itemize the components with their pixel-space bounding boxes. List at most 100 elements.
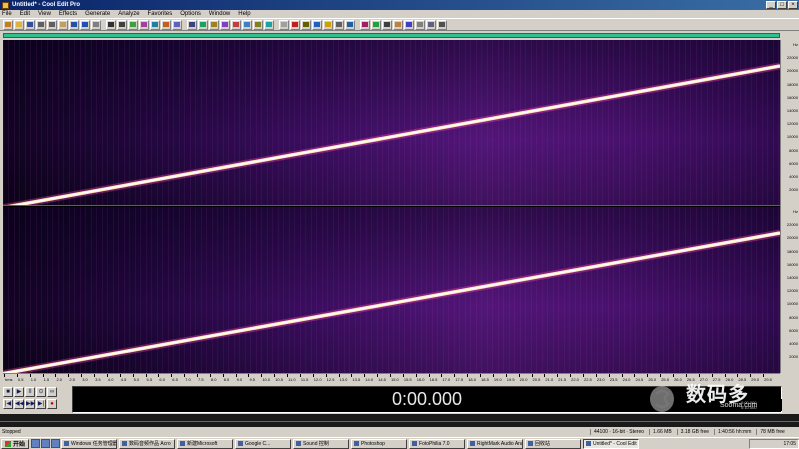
toolbar-button-pitch[interactable] (231, 19, 241, 30)
toolbar-button-multitrack[interactable] (3, 19, 13, 30)
menu-favorites[interactable]: Favorites (148, 11, 173, 17)
ruler-label: 1.0 (30, 377, 37, 382)
stop-button[interactable]: ■ (3, 387, 13, 397)
toolbar-button-marker[interactable] (393, 19, 403, 30)
menu-window[interactable]: Window (209, 11, 230, 17)
left-channel-spectrogram[interactable] (3, 40, 780, 206)
toolbar-button-favorite[interactable] (323, 19, 333, 30)
close-button[interactable]: × (788, 1, 798, 9)
scale-tick-label: 16000 (786, 261, 798, 267)
toolbar-button-paste[interactable] (58, 19, 68, 30)
toolbar-button-time[interactable] (128, 19, 138, 30)
toolbar-button-snap[interactable] (415, 19, 425, 30)
ruler-label: 12.5 (326, 377, 335, 382)
toolbar-button-analyze[interactable] (264, 19, 274, 30)
toolbar-button-amplify[interactable] (198, 19, 208, 30)
toolbar-button-noise[interactable] (187, 19, 197, 30)
scale-tick-label: 14000 (786, 108, 798, 113)
toolbar-button-cd[interactable] (279, 19, 289, 30)
play-to-end-button[interactable]: ⊙ (36, 387, 46, 397)
go-to-start-button[interactable]: |◀ (3, 399, 13, 409)
toolbar-button-loop[interactable] (404, 19, 414, 30)
rewind-button[interactable]: ◀◀ (14, 399, 24, 409)
scale-tick-label: 12000 (786, 288, 798, 294)
amplify-icon (200, 22, 206, 27)
toolbar-button-fx[interactable] (150, 19, 160, 30)
menu-effects[interactable]: Effects (59, 11, 77, 17)
ruler-label: 23.5 (609, 377, 618, 382)
toolbar-button-filter[interactable] (172, 19, 182, 30)
toolbar-button-open[interactable] (14, 19, 24, 30)
toolbar-button-wave[interactable] (345, 19, 355, 30)
menu-view[interactable]: View (38, 11, 51, 17)
menu-edit[interactable]: Edit (20, 11, 30, 17)
taskbar-task[interactable]: 回收站 (525, 438, 582, 449)
start-button[interactable]: 开始 (1, 438, 30, 449)
toolbar-button-tools[interactable] (334, 19, 344, 30)
title-bar[interactable]: Untitled* - Cool Edit Pro _ □ × (0, 0, 799, 10)
ruler-label: 3.0 (82, 377, 88, 382)
taskbar-task[interactable]: Sound 控制 (293, 438, 350, 449)
record-icon (292, 22, 298, 27)
left-sweep-trace (3, 62, 780, 205)
quicklaunch-media-icon[interactable] (51, 439, 61, 448)
status-cell: 1:40:56 hh:mm (714, 429, 754, 435)
taskbar-task[interactable]: Photoshop (351, 438, 408, 449)
toolbar-button-mix-paste[interactable] (91, 19, 101, 30)
toolbar-button-save[interactable] (25, 19, 35, 30)
play-button[interactable]: ▶ (14, 387, 24, 397)
toolbar-button-stats[interactable] (382, 19, 392, 30)
toolbar-button-cut[interactable] (36, 19, 46, 30)
task-label: Google C... (245, 440, 271, 447)
taskbar-task[interactable]: Google C... (235, 438, 292, 449)
toolbar-button-reverb[interactable] (220, 19, 230, 30)
toolbar-button-spectral[interactable] (139, 19, 149, 30)
pause-button[interactable]: II (25, 387, 35, 397)
toolbar-button-metronome[interactable] (301, 19, 311, 30)
toolbar-button-help[interactable] (312, 19, 322, 30)
spectral-view[interactable] (3, 40, 780, 373)
taskbar-task[interactable]: RightMark Audio Analyzer (467, 438, 524, 449)
record-button[interactable]: ● (47, 399, 57, 409)
taskbar-task[interactable]: 数码音频作品 Acro (119, 438, 176, 449)
taskbar-task[interactable]: Untitled* - Cool Edit Pro (583, 438, 640, 449)
toolbar-button-record[interactable] (290, 19, 300, 30)
right-channel-spectrogram[interactable] (3, 207, 780, 373)
ruler-label: hms (5, 377, 13, 382)
toolbar-button-phase[interactable] (371, 19, 381, 30)
maximize-button[interactable]: □ (777, 1, 787, 9)
overview-bar[interactable] (3, 33, 780, 38)
toolbar-button-freq[interactable] (360, 19, 370, 30)
menu-file[interactable]: File (2, 11, 12, 17)
toolbar-button-delay[interactable] (209, 19, 219, 30)
toolbar-button-settings[interactable] (437, 19, 447, 30)
scale-tick-label: 2000 (789, 354, 798, 360)
loop-button[interactable]: ∞ (47, 387, 57, 397)
ruler-label: 21.0 (545, 377, 554, 382)
toolbar-button-undo[interactable] (69, 19, 79, 30)
stats-icon (384, 22, 390, 27)
fast-forward-button[interactable]: ▶▶ (25, 399, 35, 409)
quicklaunch-desktop-icon[interactable] (31, 439, 41, 448)
taskbar-task[interactable]: 新建Microsoft (177, 438, 234, 449)
taskbar-task[interactable]: FotoPhilia 7.0 (409, 438, 466, 449)
toolbar-button-zoom[interactable] (106, 19, 116, 30)
go-to-end-button[interactable]: ▶| (36, 399, 46, 409)
toolbar-button-redo[interactable] (80, 19, 90, 30)
menu-options[interactable]: Options (180, 11, 201, 17)
toolbar-button-copy[interactable] (47, 19, 57, 30)
ruler-label: 14.5 (378, 377, 386, 382)
toolbar-button-select[interactable] (117, 19, 127, 30)
minimize-button[interactable]: _ (766, 1, 776, 9)
menu-generate[interactable]: Generate (85, 11, 110, 17)
scale-tick-label: 8000 (789, 314, 798, 320)
toolbar-button-grid[interactable] (426, 19, 436, 30)
ruler-label: 3.5 (95, 377, 101, 382)
toolbar-button-generate[interactable] (253, 19, 263, 30)
menu-help[interactable]: Help (238, 11, 250, 17)
quicklaunch-browser-icon[interactable] (41, 439, 51, 448)
toolbar-button-env[interactable] (161, 19, 171, 30)
menu-analyze[interactable]: Analyze (118, 11, 139, 17)
taskbar-task[interactable]: Windows 任务管理器 (61, 438, 118, 449)
toolbar-button-stretch[interactable] (242, 19, 252, 30)
